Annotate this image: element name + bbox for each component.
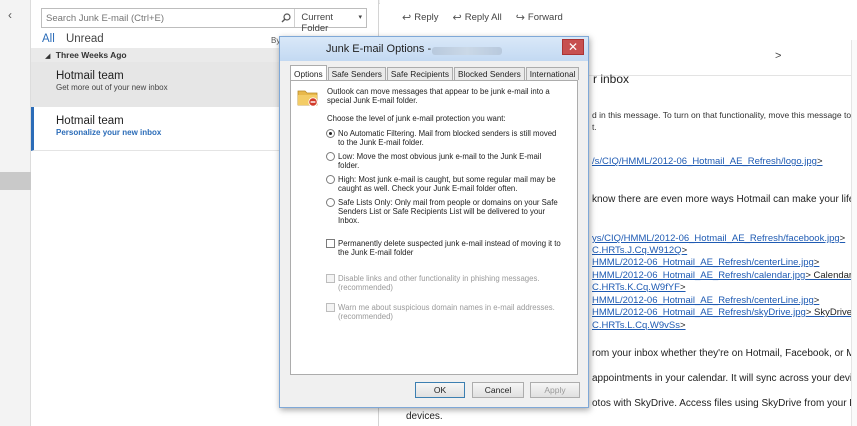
intro-text: special Junk E-mail folder. [327, 96, 418, 105]
radio-label: to the Junk E-mail folder. [338, 138, 424, 147]
search-scope-select[interactable]: Current Folder ▾ [294, 9, 366, 34]
forward-label: Forward [527, 12, 563, 23]
body-link[interactable]: C.HRTs.L.Cq.W9vSs> [592, 320, 686, 331]
checkbox-label: (recommended) [338, 312, 394, 321]
link-suffix: > SkyDrive [805, 307, 853, 318]
filter-unread-tab[interactable]: Unread [66, 33, 104, 45]
junk-folder-icon [297, 90, 318, 107]
reply-label: Reply [414, 12, 439, 23]
body-link[interactable]: HMML/2012-06_Hotmail_AE_Refresh/centerLi… [592, 257, 819, 268]
reply-all-icon: ↩ [452, 12, 462, 24]
checkbox-label: the Junk E-mail folder [338, 248, 414, 257]
search-input[interactable] [42, 9, 279, 27]
search-scope-label: Current Folder [301, 12, 334, 34]
radio-label: Inbox. [338, 216, 360, 225]
link-suffix: > [839, 233, 846, 244]
header-expand-arrow[interactable]: > [775, 50, 781, 62]
radio-no-filtering[interactable] [326, 129, 335, 138]
link-suffix: > [679, 320, 686, 331]
checkbox-label: (recommended) [338, 283, 394, 292]
junk-email-options-dialog: Junk E-mail Options - ✕ Options Safe Sen… [279, 36, 589, 408]
body-text: know there are even more ways Hotmail ca… [592, 194, 855, 205]
link-text: C.HRTs.L.Cq.W9vSs [592, 320, 680, 331]
close-button[interactable]: ✕ [562, 39, 584, 55]
filter-tabs: All Unread [42, 33, 112, 45]
redacted-account-name [432, 47, 502, 55]
link-text: HMML/2012-06_Hotmail_AE_Refresh/calendar… [592, 270, 806, 281]
collapse-arrow-icon[interactable]: ‹ [8, 8, 12, 22]
expand-triangle-icon: ◢ [45, 53, 51, 60]
body-link[interactable]: /s/CIQ/HMML/2012-06_Hotmail_AE_Refresh/l… [592, 156, 823, 167]
radio-high[interactable] [326, 175, 335, 184]
body-link[interactable]: C.HRTs.K.Cq.W9fYF> [592, 282, 686, 293]
message-subject: r inbox [593, 72, 630, 86]
permanently-delete-checkbox[interactable] [326, 239, 335, 248]
search-icon[interactable] [279, 9, 295, 27]
filter-all-tab[interactable]: All [42, 33, 55, 45]
tab-safe-recipients[interactable]: Safe Recipients [386, 67, 453, 80]
reading-pane-scrollbar[interactable] [851, 40, 857, 426]
dialog-title: Junk E-mail Options - [326, 43, 432, 55]
folder-pane-selection [0, 172, 31, 190]
reply-toolbar: ↩ Reply ↩ Reply All ↪ Forward [402, 11, 563, 24]
link-text: HMML/2012-06_Hotmail_AE_Refresh/skyDrive… [592, 307, 806, 318]
choose-level-label: Choose the level of junk e-mail protecti… [327, 114, 506, 123]
link-suffix: > [813, 295, 820, 306]
link-suffix: > [813, 257, 820, 268]
options-panel: Outlook can move messages that appear to… [290, 80, 578, 375]
reply-button[interactable]: ↩ Reply [402, 11, 439, 24]
link-text: HMML/2012-06_Hotmail_AE_Refresh/centerLi… [592, 295, 814, 306]
link-text: ys/CIQ/HMML/2012-06_Hotmail_AE_Refresh/f… [592, 233, 840, 244]
body-link[interactable]: HMML/2012-06_Hotmail_AE_Refresh/skyDrive… [592, 307, 852, 318]
body-text: t. [592, 122, 597, 132]
warn-domains-checkbox[interactable] [326, 303, 335, 312]
body-link[interactable]: ys/CIQ/HMML/2012-06_Hotmail_AE_Refresh/f… [592, 233, 845, 244]
link-text: HMML/2012-06_Hotmail_AE_Refresh/centerLi… [592, 257, 814, 268]
link-suffix: > Calendar [805, 270, 853, 281]
body-text: appointments in your calendar. It will s… [592, 373, 857, 384]
link-text: C.HRTs.K.Cq.W9fYF [592, 282, 680, 293]
radio-safe-lists-only[interactable] [326, 198, 335, 207]
radio-label: Senders List or Safe Recipients List wil… [338, 207, 546, 216]
tab-blocked-senders[interactable]: Blocked Senders [454, 67, 525, 80]
body-text: devices. [406, 411, 443, 422]
tab-international[interactable]: International [525, 67, 580, 80]
body-link[interactable]: C.HRTs.J.Cq.W912Q> [592, 245, 687, 256]
link-suffix: > [679, 282, 686, 293]
forward-icon: ↪ [515, 12, 525, 24]
dialog-tabs: Options Safe Senders Safe Recipients Blo… [290, 65, 580, 81]
link-text: /s/CIQ/HMML/2012-06_Hotmail_AE_Refresh/l… [592, 156, 817, 167]
link-suffix: > [681, 245, 688, 256]
body-text: d in this message. To turn on that funct… [592, 110, 852, 120]
body-link[interactable]: HMML/2012-06_Hotmail_AE_Refresh/calendar… [592, 270, 852, 281]
apply-button[interactable]: Apply [530, 382, 580, 398]
radio-label: caught as well. Check your Junk E-mail f… [338, 184, 518, 193]
search-box[interactable]: Current Folder ▾ [41, 8, 367, 34]
body-text: otos with SkyDrive. Access files using S… [592, 398, 857, 409]
dialog-titlebar[interactable]: Junk E-mail Options - ✕ [280, 37, 588, 61]
forward-button[interactable]: ↪ Forward [516, 11, 563, 24]
body-text: rom your inbox whether they're on Hotmai… [592, 348, 857, 359]
radio-label: folder. [338, 161, 360, 170]
reply-all-label: Reply All [464, 12, 502, 23]
disable-links-checkbox[interactable] [326, 274, 335, 283]
radio-low[interactable] [326, 152, 335, 161]
link-text: C.HRTs.J.Cq.W912Q [592, 245, 682, 256]
tab-safe-senders[interactable]: Safe Senders [327, 67, 386, 80]
radio-label: Low: Move the most obvious junk e-mail t… [338, 152, 542, 161]
link-suffix: > [816, 156, 823, 167]
cancel-button[interactable]: Cancel [472, 382, 524, 398]
tab-options[interactable]: Options [290, 65, 327, 80]
chevron-down-icon: ▾ [358, 14, 362, 21]
reply-all-button[interactable]: ↩ Reply All [453, 11, 502, 24]
body-link[interactable]: HMML/2012-06_Hotmail_AE_Refresh/centerLi… [592, 295, 819, 306]
reply-icon: ↩ [402, 12, 412, 24]
ok-button[interactable]: OK [415, 382, 465, 398]
folder-pane-collapsed: ‹ [0, 0, 31, 426]
group-label: Three Weeks Ago [55, 50, 127, 60]
